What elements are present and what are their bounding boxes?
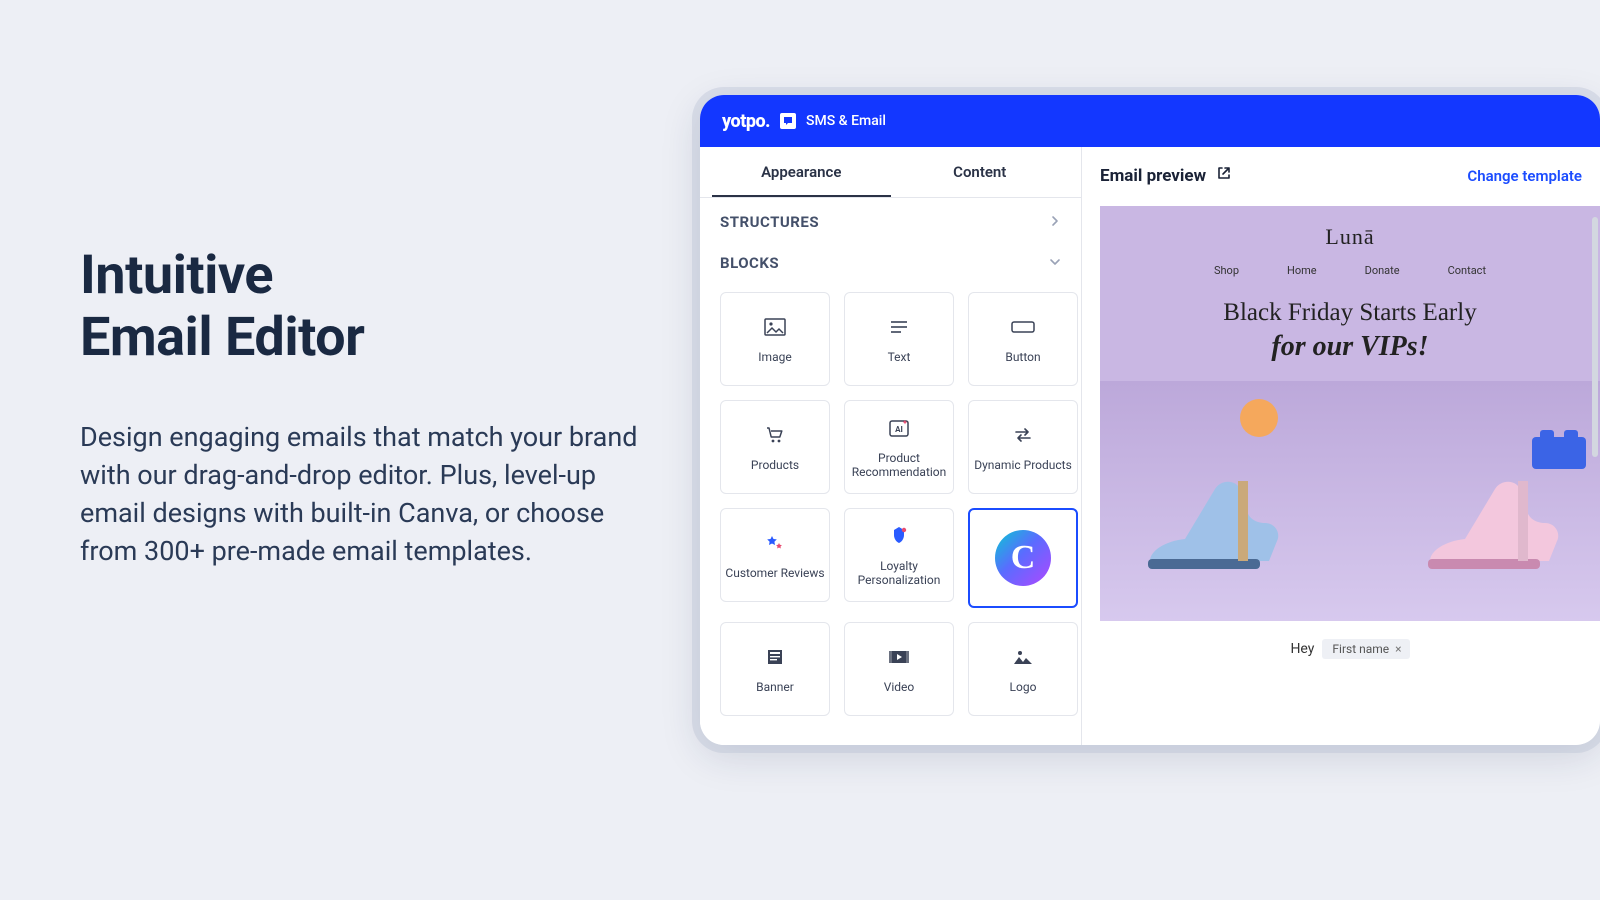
product-name: SMS & Email <box>806 113 886 129</box>
block-customer-reviews[interactable]: Customer Reviews <box>720 508 830 602</box>
block-prodrec-label: Product Recommendation <box>849 451 949 480</box>
tab-appearance[interactable]: Appearance <box>712 147 891 197</box>
greeting-row: Hey First name × <box>1100 621 1600 673</box>
block-banner[interactable]: Banner <box>720 622 830 716</box>
blocks-grid: Image Text Button <box>700 284 1081 736</box>
product-shoe-pink <box>1400 431 1570 601</box>
app-window: yotpo. SMS & Email Appearance Content ST… <box>700 95 1600 745</box>
nav-shop[interactable]: Shop <box>1214 264 1239 277</box>
headline-line2: for our VIPs! <box>1100 331 1600 363</box>
editor-tabs: Appearance Content <box>700 147 1081 198</box>
image-icon <box>764 314 786 340</box>
headline-line1: Black Friday Starts Early <box>1100 299 1600 327</box>
preview-panel: Email preview Change template Lunā Shop … <box>1082 147 1600 745</box>
svg-text:AI: AI <box>895 425 903 434</box>
store-logo: Lunā <box>1100 206 1600 250</box>
email-preview-card: Lunā Shop Home Donate Contact Black Frid… <box>1100 206 1600 673</box>
chip-remove-icon[interactable]: × <box>1395 642 1401 656</box>
preview-title: Email preview <box>1100 166 1206 186</box>
greeting-text: Hey <box>1290 641 1314 657</box>
nav-home[interactable]: Home <box>1287 264 1317 277</box>
block-dynamic-products[interactable]: Dynamic Products <box>968 400 1078 494</box>
ai-icon: AI <box>888 415 910 441</box>
product-shoe-blue <box>1130 431 1300 601</box>
section-blocks[interactable]: BLOCKS <box>700 243 1081 284</box>
hero-title: Intuitive Email Editor <box>80 245 640 369</box>
block-button-label: Button <box>1005 350 1040 364</box>
brand-badge-icon <box>780 113 796 129</box>
block-loyalty-personalization[interactable]: Loyalty Personalization <box>844 508 954 602</box>
chevron-right-icon <box>1049 212 1061 231</box>
section-structures[interactable]: STRUCTURES <box>700 198 1081 243</box>
tab-content[interactable]: Content <box>891 147 1070 197</box>
block-video[interactable]: Video <box>844 622 954 716</box>
app-header: yotpo. SMS & Email <box>700 95 1600 147</box>
brand-logo: yotpo. <box>722 111 770 132</box>
logo-icon <box>1012 644 1034 670</box>
structures-label: STRUCTURES <box>720 213 819 231</box>
video-icon <box>887 644 911 670</box>
hero-title-line1: Intuitive <box>80 244 273 307</box>
banner-icon <box>765 644 785 670</box>
block-button[interactable]: Button <box>968 292 1078 386</box>
block-canva[interactable]: C <box>968 508 1078 608</box>
block-loyalty-label: Loyalty Personalization <box>849 559 949 588</box>
canva-icon: C <box>995 530 1051 586</box>
block-logo[interactable]: Logo <box>968 622 1078 716</box>
editor-panel: Appearance Content STRUCTURES BLOCKS <box>700 147 1082 745</box>
block-image-label: Image <box>758 350 791 364</box>
block-reviews-label: Customer Reviews <box>725 566 824 580</box>
block-video-label: Video <box>884 680 915 694</box>
store-nav: Shop Home Donate Contact <box>1100 250 1600 285</box>
block-products-label: Products <box>751 458 799 472</box>
cart-icon <box>765 422 785 448</box>
button-icon <box>1011 314 1035 340</box>
block-image[interactable]: Image <box>720 292 830 386</box>
hero-banner: Black Friday Starts Early for our VIPs! <box>1100 285 1600 373</box>
block-logo-label: Logo <box>1010 680 1037 694</box>
nav-contact[interactable]: Contact <box>1448 264 1486 277</box>
hero-title-line2: Email Editor <box>80 306 364 369</box>
star-icon <box>764 530 786 556</box>
marketing-hero: Intuitive Email Editor Design engaging e… <box>80 245 640 570</box>
block-text[interactable]: Text <box>844 292 954 386</box>
block-banner-label: Banner <box>756 680 794 694</box>
merge-tag-chip[interactable]: First name × <box>1322 639 1409 659</box>
chevron-down-icon <box>1049 253 1061 272</box>
change-template-link[interactable]: Change template <box>1467 167 1582 185</box>
hero-image <box>1100 381 1600 621</box>
block-product-recommendation[interactable]: AI Product Recommendation <box>844 400 954 494</box>
text-icon <box>889 314 909 340</box>
external-link-icon[interactable] <box>1216 165 1232 186</box>
blocks-label: BLOCKS <box>720 254 779 272</box>
hero-body: Design engaging emails that match your b… <box>80 419 640 570</box>
block-products[interactable]: Products <box>720 400 830 494</box>
scrollbar-thumb[interactable] <box>1592 217 1598 457</box>
loyalty-icon <box>889 523 909 549</box>
nav-donate[interactable]: Donate <box>1365 264 1400 277</box>
block-text-label: Text <box>888 350 911 364</box>
chip-label: First name <box>1332 642 1389 656</box>
block-dynprod-label: Dynamic Products <box>974 458 1072 472</box>
swap-icon <box>1012 422 1034 448</box>
